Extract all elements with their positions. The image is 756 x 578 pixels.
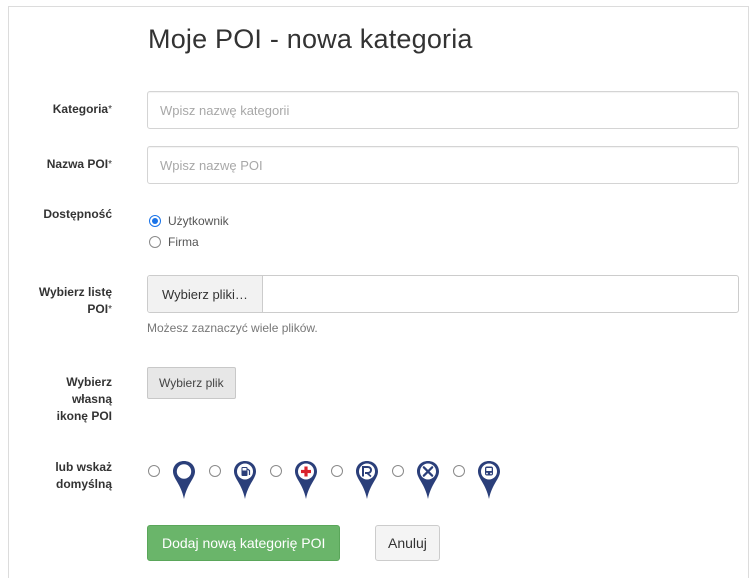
pin-medical-icon	[295, 461, 317, 499]
radio-icon-train[interactable]	[453, 465, 465, 477]
icon-option-empty[interactable]	[148, 459, 197, 501]
category-label: Kategoria*	[52, 102, 112, 116]
radio-icon-restaurant[interactable]	[392, 465, 404, 477]
cancel-button[interactable]: Anuluj	[375, 525, 440, 561]
radio-icon-empty[interactable]	[148, 465, 160, 477]
icon-option-train[interactable]	[453, 459, 502, 501]
icon-option-restaurant[interactable]	[392, 459, 441, 501]
poi-list-help-text: Możesz zaznaczyć wiele plików.	[147, 321, 318, 335]
poi-name-label: Nazwa POI*	[46, 157, 112, 171]
poi-name-input[interactable]	[147, 146, 739, 184]
default-icon-options	[148, 459, 514, 505]
radio-company-label: Firma	[168, 235, 199, 249]
default-icon-label: lub wskaż domyślną	[55, 460, 112, 491]
radio-icon-medical[interactable]	[270, 465, 282, 477]
required-mark: *	[108, 159, 112, 170]
availability-option-user[interactable]: Użytkownik	[149, 213, 229, 229]
radio-icon-parking[interactable]	[331, 465, 343, 477]
poi-list-label: Wybierz listę POI*	[38, 285, 112, 316]
icon-option-parking[interactable]	[331, 459, 380, 501]
page-title: Moje POI - nowa kategoria	[148, 24, 473, 54]
choose-files-button[interactable]: Wybierz pliki…	[148, 276, 263, 312]
category-input[interactable]	[147, 91, 739, 129]
pin-train-icon	[478, 461, 500, 499]
icon-option-medical[interactable]	[270, 459, 319, 501]
radio-user-label: Użytkownik	[168, 214, 229, 228]
radio-company[interactable]	[149, 236, 161, 248]
poi-list-file-input[interactable]: Wybierz pliki…	[147, 275, 739, 313]
pin-restaurant-icon	[417, 461, 439, 499]
choose-file-button[interactable]: Wybierz plik	[147, 367, 236, 399]
availability-option-company[interactable]: Firma	[149, 234, 199, 250]
radio-icon-fuel[interactable]	[209, 465, 221, 477]
radio-user[interactable]	[149, 215, 161, 227]
custom-icon-label: Wybierz własną ikonę POI	[56, 375, 112, 423]
availability-label: Dostępność	[43, 207, 112, 221]
add-category-button[interactable]: Dodaj nową kategorię POI	[147, 525, 341, 561]
required-mark: *	[108, 104, 112, 115]
pin-fuel-icon	[234, 461, 256, 499]
pin-parking-icon	[356, 461, 378, 499]
pin-empty-icon	[173, 461, 195, 499]
icon-option-fuel[interactable]	[209, 459, 258, 501]
required-mark: *	[108, 304, 112, 315]
